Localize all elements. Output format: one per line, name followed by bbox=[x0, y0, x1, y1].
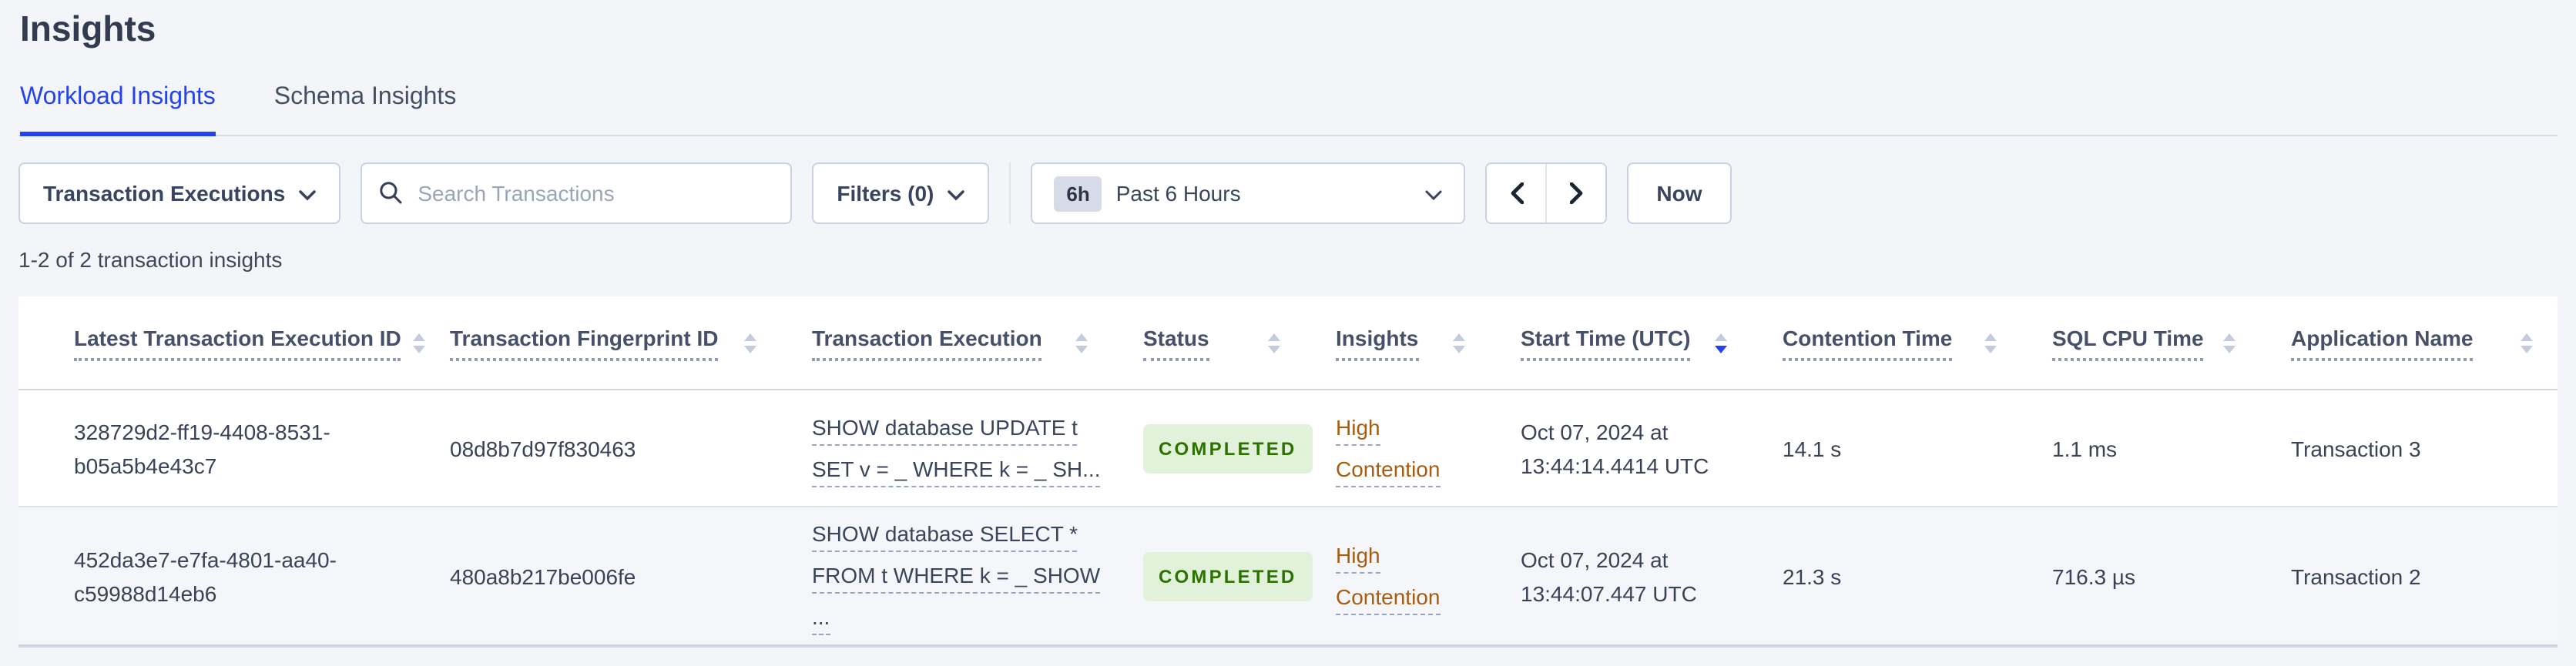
table-header-row: Latest Transaction Execution ID Transact… bbox=[18, 296, 2558, 390]
status-badge: COMPLETED bbox=[1143, 551, 1313, 601]
sort-icon[interactable] bbox=[1715, 333, 1727, 353]
sort-icon[interactable] bbox=[413, 333, 426, 353]
insights-table-card: Latest Transaction Execution ID Transact… bbox=[18, 296, 2558, 648]
column-header-contention-time[interactable]: Contention Time bbox=[1783, 325, 1953, 360]
column-header-sql-cpu-time[interactable]: SQL CPU Time bbox=[2052, 325, 2204, 360]
chevron-down-icon bbox=[299, 181, 317, 206]
cell-contention-time: 21.3 s bbox=[1752, 507, 2021, 648]
transaction-insights-table: Latest Transaction Execution ID Transact… bbox=[18, 296, 2558, 648]
page-title: Insights bbox=[20, 8, 156, 49]
transaction-execution-link[interactable]: SET v = _ WHERE k = _ SH... bbox=[812, 451, 1101, 487]
table-row: 328729d2-ff19-4408-8531-b05a5b4e43c7 08d… bbox=[18, 390, 2558, 507]
column-header-latest-execution-id[interactable]: Latest Transaction Execution ID bbox=[74, 325, 401, 360]
chevron-down-icon bbox=[1425, 181, 1442, 206]
chevron-left-icon[interactable] bbox=[1487, 164, 1546, 223]
cell-application-name: Transaction 3 bbox=[2260, 390, 2558, 507]
sort-icon[interactable] bbox=[744, 333, 756, 353]
sort-icon[interactable] bbox=[1453, 333, 1465, 353]
cell-application-name: Transaction 2 bbox=[2260, 507, 2558, 648]
cell-fingerprint-id: 08d8b7d97f830463 bbox=[419, 390, 781, 507]
tab-bar: Workload Insights Schema Insights bbox=[18, 82, 2558, 136]
sort-icon[interactable] bbox=[1268, 333, 1280, 353]
filters-label: Filters (0) bbox=[837, 181, 934, 206]
cell-fingerprint-id: 480a8b217be006fe bbox=[419, 507, 781, 648]
cell-start-time: Oct 07, 2024 at 13:44:07.447 UTC bbox=[1490, 507, 1752, 648]
cell-contention-time: 14.1 s bbox=[1752, 390, 2021, 507]
table-row: 452da3e7-e7fa-4801-aa40-c59988d14eb6 480… bbox=[18, 507, 2558, 648]
cell-start-time: Oct 07, 2024 at 13:44:14.4414 UTC bbox=[1490, 390, 1752, 507]
transaction-execution-link[interactable]: SHOW database UPDATE t bbox=[812, 410, 1078, 445]
insight-link[interactable]: High bbox=[1336, 537, 1380, 573]
search-box bbox=[361, 162, 793, 224]
status-badge: COMPLETED bbox=[1143, 423, 1313, 473]
column-header-application-name[interactable]: Application Name bbox=[2291, 325, 2474, 360]
transaction-execution-link[interactable]: FROM t WHERE k = _ SHOW bbox=[812, 558, 1101, 594]
sort-icon[interactable] bbox=[1984, 333, 1997, 353]
cell-sql-cpu-time: 716.3 µs bbox=[2021, 507, 2260, 648]
tab-schema-insights[interactable]: Schema Insights bbox=[274, 82, 457, 136]
transaction-execution-link[interactable]: SHOW database SELECT * bbox=[812, 517, 1078, 552]
search-icon bbox=[379, 181, 402, 212]
column-header-start-time[interactable]: Start Time (UTC) bbox=[1521, 325, 1691, 360]
column-header-transaction-execution[interactable]: Transaction Execution bbox=[812, 325, 1042, 360]
insight-link[interactable]: Contention bbox=[1336, 579, 1441, 614]
cell-status: COMPLETED bbox=[1112, 390, 1313, 507]
view-type-dropdown[interactable]: Transaction Executions bbox=[18, 162, 341, 224]
column-header-fingerprint-id[interactable]: Transaction Fingerprint ID bbox=[450, 325, 719, 360]
column-header-insights[interactable]: Insights bbox=[1336, 325, 1419, 360]
sort-icon[interactable] bbox=[2521, 333, 2533, 353]
now-button[interactable]: Now bbox=[1627, 162, 1732, 224]
chevron-right-icon[interactable] bbox=[1545, 164, 1606, 223]
cell-insights: High Contention bbox=[1305, 390, 1490, 507]
insight-link[interactable]: Contention bbox=[1336, 451, 1441, 487]
toolbar-divider bbox=[1009, 162, 1011, 224]
results-summary: 1-2 of 2 transaction insights bbox=[18, 247, 283, 272]
time-range-dropdown[interactable]: 6h Past 6 Hours bbox=[1031, 162, 1466, 224]
search-input[interactable] bbox=[361, 162, 793, 224]
now-button-label: Now bbox=[1656, 181, 1702, 206]
filters-button[interactable]: Filters (0) bbox=[812, 162, 990, 224]
insight-link[interactable]: High bbox=[1336, 410, 1380, 445]
toolbar: Transaction Executions Filters (0) bbox=[18, 162, 2558, 224]
cell-insights: High Contention bbox=[1305, 507, 1490, 648]
time-range-label: Past 6 Hours bbox=[1115, 181, 1241, 206]
cell-latest-execution-id: 452da3e7-e7fa-4801-aa40-c59988d14eb6 bbox=[18, 507, 419, 648]
cell-transaction-execution: SHOW database SELECT * FROM t WHERE k = … bbox=[781, 507, 1112, 648]
tab-workload-insights[interactable]: Workload Insights bbox=[20, 82, 216, 136]
cell-sql-cpu-time: 1.1 ms bbox=[2021, 390, 2260, 507]
sort-icon[interactable] bbox=[2223, 333, 2236, 353]
cell-latest-execution-id: 328729d2-ff19-4408-8531-b05a5b4e43c7 bbox=[18, 390, 419, 507]
cell-transaction-execution: SHOW database UPDATE t SET v = _ WHERE k… bbox=[781, 390, 1112, 507]
cell-status: COMPLETED bbox=[1112, 507, 1313, 648]
time-pager bbox=[1485, 162, 1608, 224]
column-header-status[interactable]: Status bbox=[1143, 325, 1209, 360]
chevron-down-icon bbox=[948, 181, 965, 206]
transaction-execution-link[interactable]: ... bbox=[812, 600, 830, 635]
view-type-label: Transaction Executions bbox=[43, 181, 286, 206]
time-range-badge: 6h bbox=[1054, 176, 1102, 211]
sort-icon[interactable] bbox=[1075, 333, 1088, 353]
